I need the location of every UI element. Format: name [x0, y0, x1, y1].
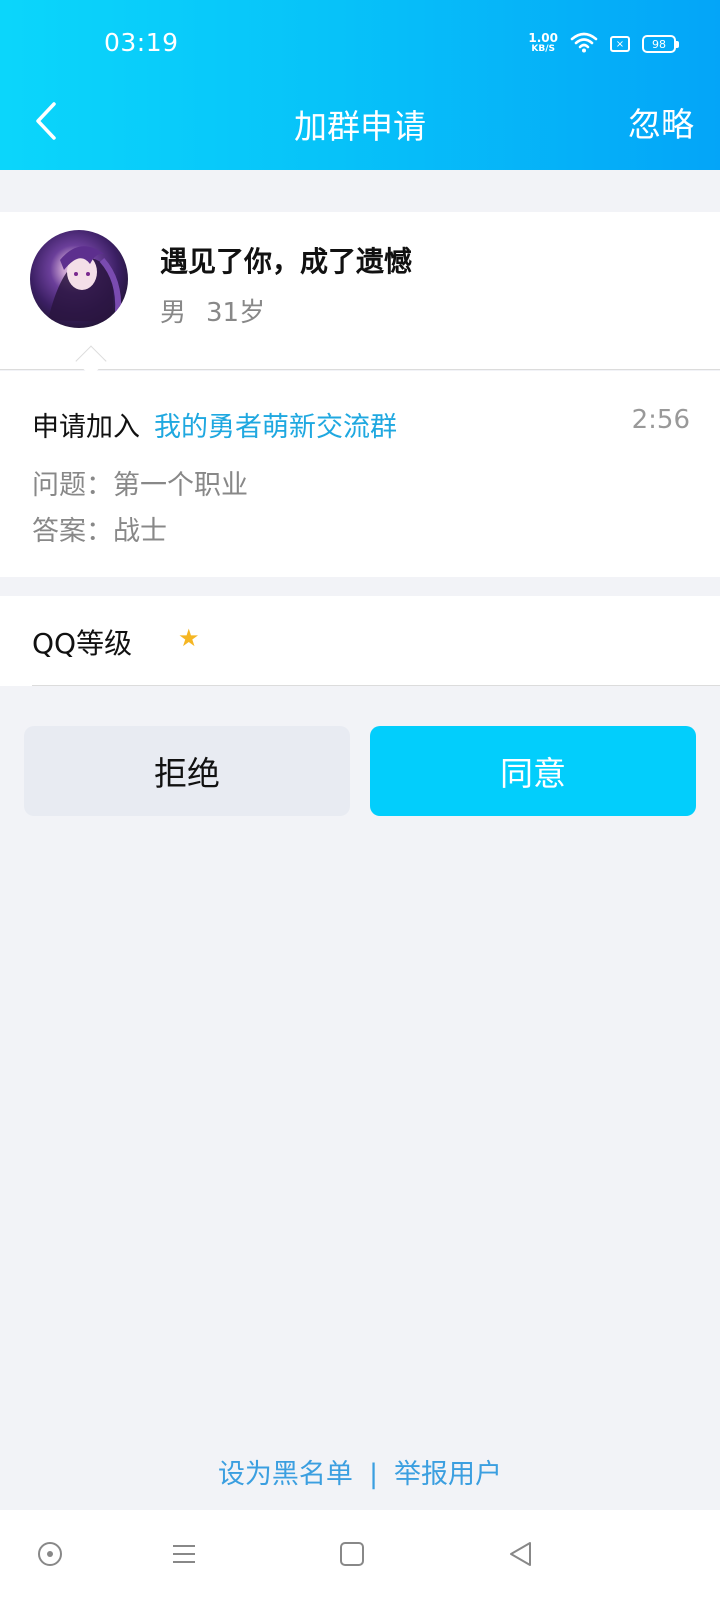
ignore-button[interactable]: 忽略 — [628, 98, 694, 146]
request-line: 申请加入 我的勇者萌新交流群 — [32, 405, 397, 444]
request-time: 2:56 — [631, 405, 690, 435]
battery-icon: 98 — [642, 35, 679, 53]
request-answer: 答案：战士 — [32, 516, 167, 547]
avatar-image — [48, 246, 122, 322]
report-user-link[interactable]: 举报用户 — [394, 1459, 502, 1490]
back-triangle-icon[interactable] — [500, 1534, 540, 1574]
applicant-profile-card[interactable]: 遇见了你，成了遗憾 男 31岁 — [0, 212, 720, 377]
star-icon: ★ — [178, 624, 200, 652]
accept-button[interactable]: 同意 — [370, 726, 696, 816]
wifi-icon — [570, 31, 598, 57]
square-icon[interactable] — [332, 1534, 372, 1574]
header-bar: 03:19 1.00 KB/S × 98 加群申请 忽略 — [0, 0, 720, 170]
gender-age: 男 31岁 — [160, 292, 265, 329]
request-prefix: 申请加入 — [32, 412, 140, 443]
request-question: 问题：第一个职业 — [32, 470, 248, 501]
qq-level-label: QQ等级 — [32, 627, 133, 660]
home-circle-icon[interactable] — [30, 1534, 70, 1574]
net-speed: 1.00 KB/S — [528, 31, 558, 55]
applicant-nickname: 遇见了你，成了遗憾 — [160, 245, 413, 278]
avatar[interactable] — [30, 230, 128, 328]
net-speed-unit: KB/S — [531, 44, 555, 54]
footer-links: 设为黑名单 | 举报用户 — [0, 1452, 720, 1491]
net-speed-value: 1.00 — [528, 31, 558, 45]
page-title: 加群申请 — [294, 107, 426, 146]
applicant-gender: 男 — [160, 298, 187, 328]
divider — [32, 685, 720, 686]
footer-separator: | — [368, 1459, 379, 1490]
sim-icon: × — [610, 36, 630, 52]
group-name-link[interactable]: 我的勇者萌新交流群 — [154, 412, 397, 443]
menu-icon[interactable] — [164, 1534, 204, 1574]
reject-button[interactable]: 拒绝 — [24, 726, 350, 816]
status-time: 03:19 — [104, 28, 179, 57]
blacklist-link[interactable]: 设为黑名单 — [218, 1459, 353, 1490]
battery-level: 98 — [652, 37, 666, 51]
request-details-card: 申请加入 我的勇者萌新交流群 2:56 问题：第一个职业 答案：战士 — [0, 371, 720, 577]
applicant-age: 31岁 — [206, 298, 266, 328]
system-nav-bar — [0, 1510, 720, 1600]
status-icons: 1.00 KB/S × 98 — [528, 28, 679, 60]
qq-level-row: QQ等级 ★ — [0, 596, 720, 686]
